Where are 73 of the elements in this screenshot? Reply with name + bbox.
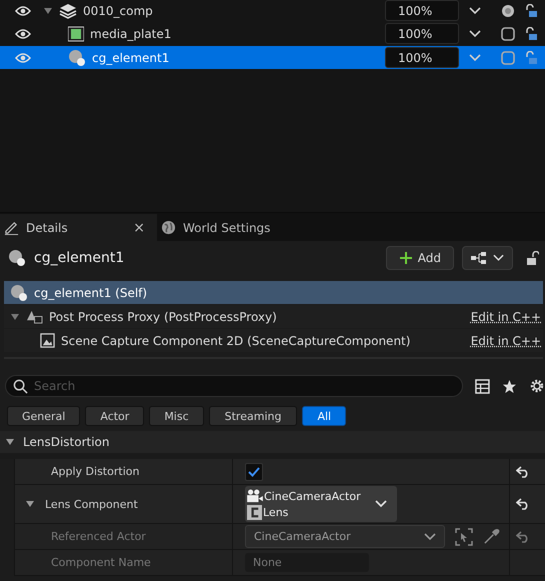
circle-icon[interactable] bbox=[501, 4, 515, 18]
plus-icon bbox=[398, 251, 413, 265]
outliner-row[interactable]: media_plate1 100% bbox=[0, 22, 545, 45]
eye-icon[interactable] bbox=[15, 28, 31, 38]
reset-icon[interactable] bbox=[516, 498, 530, 510]
hierarchy-dropdown[interactable] bbox=[462, 246, 513, 270]
layers-icon bbox=[59, 2, 77, 20]
filter-button[interactable]: Actor bbox=[85, 406, 144, 426]
reset-icon[interactable] bbox=[516, 466, 530, 478]
property-label: Lens Component bbox=[45, 498, 138, 510]
opacity-field[interactable]: 100% bbox=[385, 0, 459, 21]
film-icon bbox=[68, 26, 84, 42]
table-icon[interactable] bbox=[475, 378, 490, 394]
image-icon bbox=[40, 333, 55, 348]
property-label: Component Name bbox=[51, 556, 151, 569]
object-picker[interactable]: CineCameraActor Lens bbox=[245, 486, 397, 522]
pencil-icon bbox=[4, 220, 19, 235]
eyedropper-icon[interactable] bbox=[483, 528, 500, 545]
search-field[interactable]: Search bbox=[5, 375, 464, 397]
outliner-item-label: 0010_comp bbox=[83, 4, 153, 18]
filter-button[interactable]: Misc bbox=[149, 406, 204, 426]
select-actor-icon[interactable] bbox=[455, 528, 473, 546]
component-label: Post Process Proxy (PostProcessProxy) bbox=[49, 310, 277, 324]
component-label: cg_element1 (Self) bbox=[34, 286, 148, 300]
outliner-row[interactable]: 0010_comp 100% bbox=[0, 0, 545, 21]
category-header[interactable]: LensDistortion bbox=[0, 431, 545, 453]
outliner-item-label: media_plate1 bbox=[90, 26, 172, 40]
star-icon[interactable] bbox=[502, 378, 517, 394]
chevron-down-icon bbox=[493, 254, 504, 262]
outliner-item-label: cg_element1 bbox=[92, 50, 170, 64]
hierarchy-icon bbox=[471, 252, 487, 264]
camera-icon bbox=[247, 489, 263, 503]
component-label: Scene Capture Component 2D (SceneCaptureComponent) bbox=[61, 334, 410, 348]
sphere-icon bbox=[68, 48, 86, 66]
object-name: CineCameraActor bbox=[264, 490, 361, 502]
unlock-icon[interactable] bbox=[525, 4, 537, 18]
close-icon[interactable]: × bbox=[133, 220, 145, 236]
checkbox[interactable] bbox=[245, 462, 263, 480]
unlock-icon[interactable] bbox=[527, 251, 539, 265]
actor-name: cg_element1 bbox=[34, 250, 126, 266]
unlock-icon[interactable] bbox=[525, 26, 537, 40]
outliner-row[interactable]: cg_element1 100% bbox=[0, 46, 545, 69]
square-icon[interactable] bbox=[501, 26, 515, 40]
panel-tab[interactable]: World Settings bbox=[157, 214, 278, 241]
proxy-icon bbox=[26, 309, 43, 324]
eye-icon[interactable] bbox=[15, 6, 31, 16]
expander-icon[interactable] bbox=[43, 6, 53, 14]
edit-link[interactable]: Edit in C++ bbox=[470, 310, 541, 324]
expander-icon bbox=[5, 438, 15, 446]
chevron-down-icon bbox=[374, 500, 387, 508]
sphere-icon bbox=[8, 249, 26, 267]
opacity-field[interactable]: 100% bbox=[385, 47, 459, 68]
settings-icon[interactable] bbox=[529, 378, 545, 394]
filter-button[interactable]: Streaming bbox=[208, 406, 298, 426]
property-label: Apply Distortion bbox=[51, 465, 140, 478]
globe-icon bbox=[161, 220, 176, 235]
component-row[interactable]: cg_element1 (Self) bbox=[4, 281, 543, 304]
edit-link[interactable]: Edit in C++ bbox=[470, 334, 541, 348]
chevron-down-icon[interactable] bbox=[469, 30, 481, 38]
object-name: Lens bbox=[263, 506, 288, 518]
add-button[interactable]: Add bbox=[386, 246, 454, 270]
opacity-field[interactable]: 100% bbox=[385, 23, 459, 44]
component-icon bbox=[247, 504, 262, 520]
expander-icon[interactable] bbox=[10, 312, 20, 320]
chevron-down-icon bbox=[424, 532, 436, 540]
sphere-icon bbox=[10, 284, 28, 302]
property-label: Referenced Actor bbox=[51, 530, 146, 543]
filter-button[interactable]: All bbox=[302, 406, 346, 426]
chevron-down-icon[interactable] bbox=[469, 6, 481, 14]
expander-icon[interactable] bbox=[25, 500, 35, 508]
filter-button[interactable]: General bbox=[7, 406, 80, 426]
panel-tab[interactable]: Details × bbox=[0, 214, 157, 241]
search-icon bbox=[13, 379, 28, 394]
